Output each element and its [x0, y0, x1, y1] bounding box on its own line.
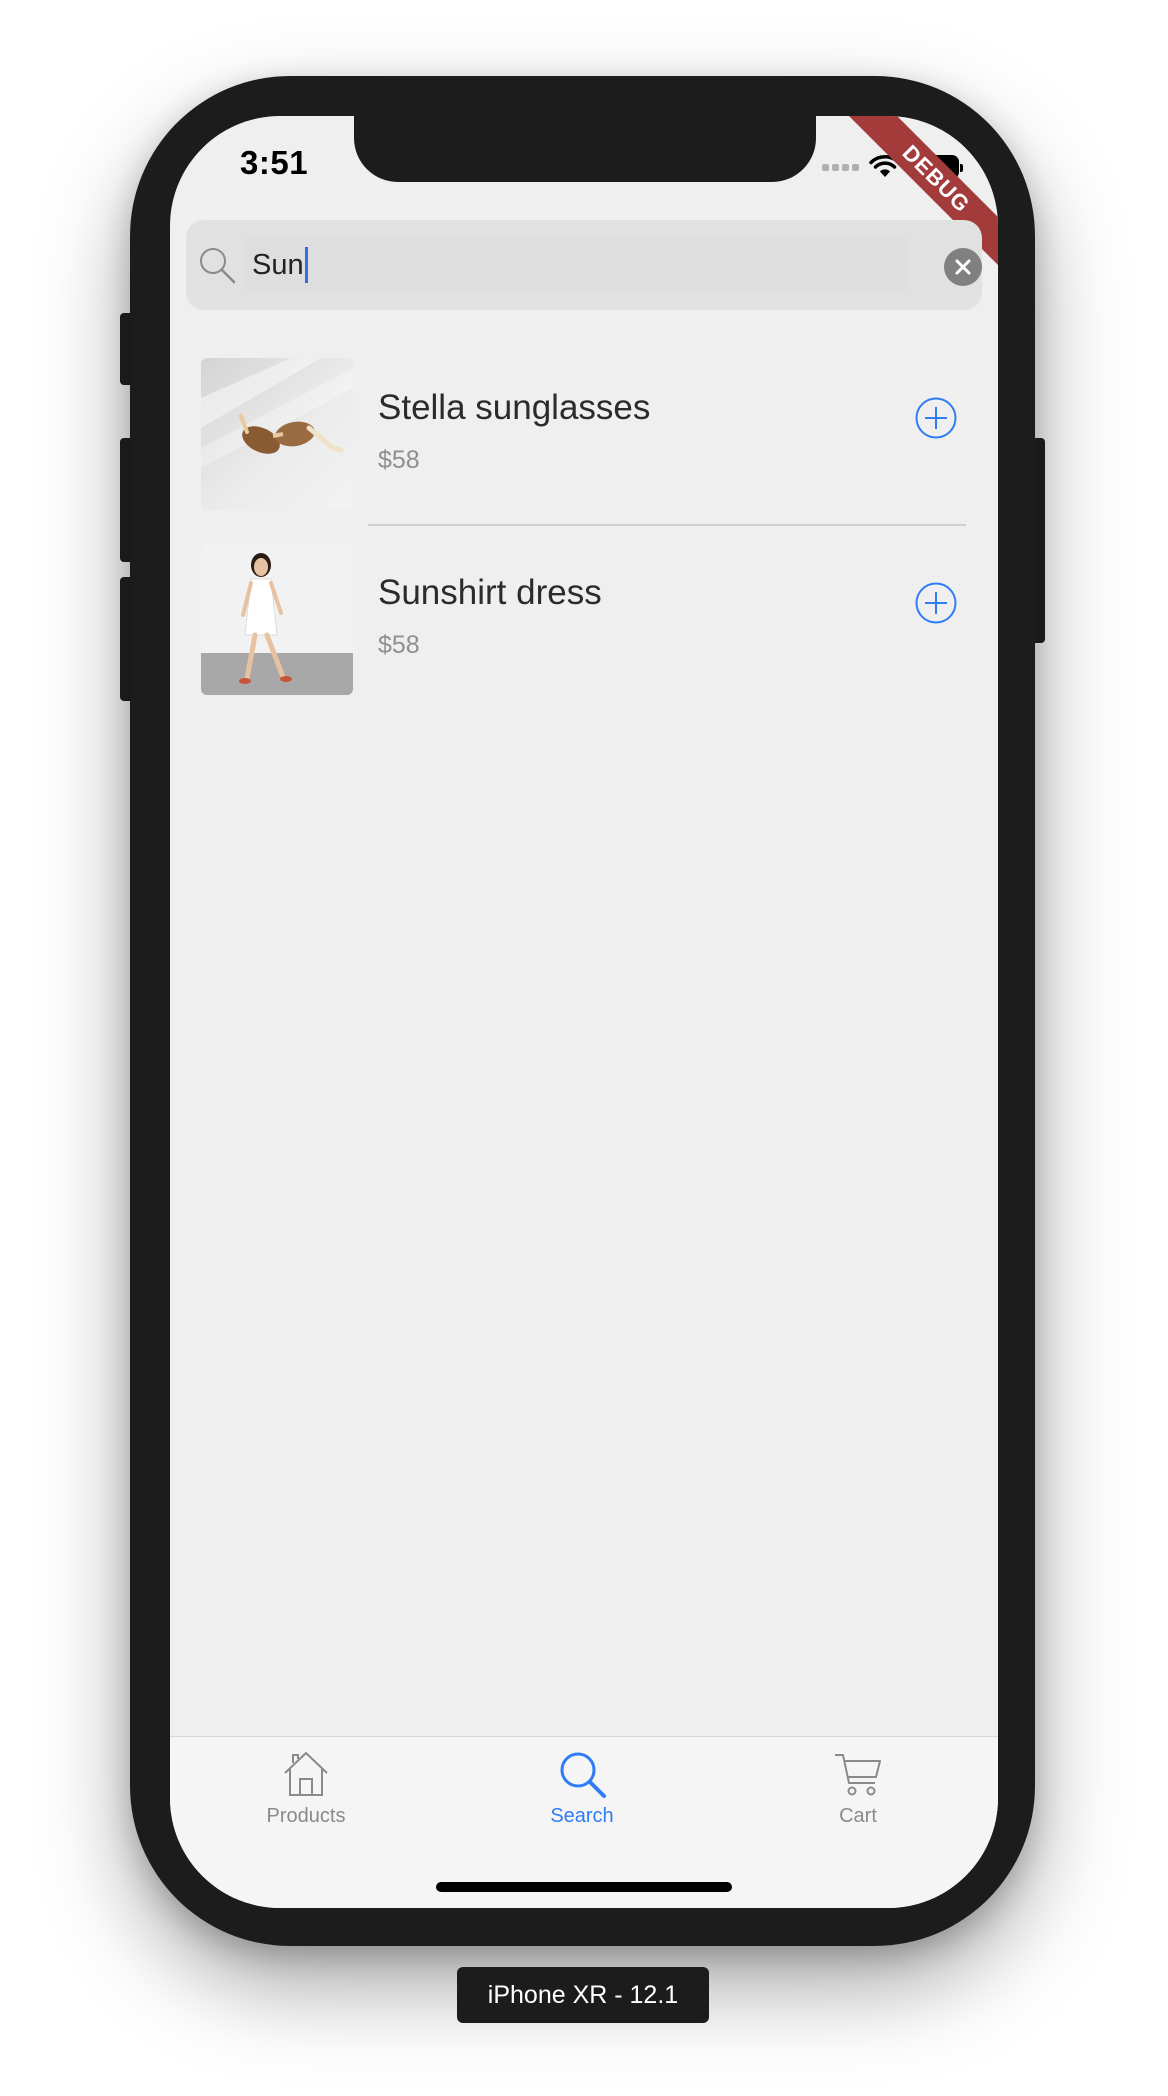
tab-label: Search	[550, 1805, 614, 1827]
cart-icon	[835, 1754, 881, 1796]
text-cursor	[304, 247, 308, 283]
search-icon	[560, 1752, 606, 1798]
tab-products[interactable]: Products	[206, 1749, 406, 1828]
product-name: Sunshirt dress	[378, 573, 602, 612]
cellular-signal-icon	[822, 163, 859, 171]
home-icon	[284, 1752, 328, 1796]
tab-label: Products	[266, 1805, 346, 1827]
search-icon	[200, 248, 236, 284]
tab-cart[interactable]: Cart	[758, 1749, 958, 1828]
product-name: Stella sunglasses	[378, 388, 651, 427]
search-bar[interactable]: Sun	[186, 220, 982, 310]
phone-screen: 3:51 DEBUG Sun Stella sunglasses $58 Sun…	[170, 116, 998, 1908]
search-results-list: Stella sunglasses $58 Sunshirt dress $58	[170, 340, 998, 710]
product-image-sunglasses	[201, 358, 353, 510]
tab-label: Cart	[839, 1805, 877, 1827]
search-query: Sun	[252, 249, 304, 281]
list-item[interactable]: Stella sunglasses $58	[170, 340, 998, 526]
device-label: iPhone XR - 12.1	[457, 1967, 709, 2023]
add-to-cart-button[interactable]	[914, 581, 958, 625]
list-item[interactable]: Sunshirt dress $58	[170, 525, 998, 710]
status-time: 3:51	[240, 144, 309, 181]
close-icon	[955, 259, 971, 275]
clear-search-button[interactable]	[944, 248, 982, 286]
product-image-dress	[201, 543, 353, 695]
tab-search[interactable]: Search	[482, 1749, 682, 1828]
notch	[354, 116, 816, 182]
home-indicator[interactable]	[436, 1882, 732, 1892]
product-price: $58	[378, 631, 420, 659]
product-price: $58	[378, 446, 420, 474]
add-to-cart-button[interactable]	[914, 396, 958, 440]
search-input[interactable]: Sun	[244, 238, 908, 292]
